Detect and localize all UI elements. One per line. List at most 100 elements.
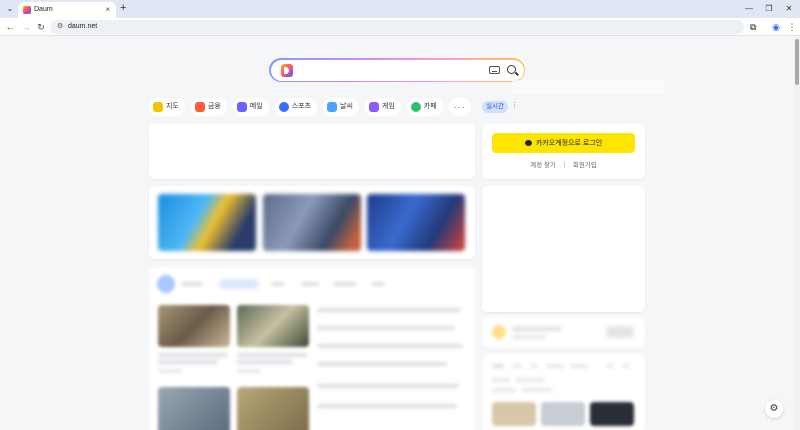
finance-icon — [194, 102, 205, 112]
kakao-talk-icon — [524, 140, 532, 146]
news-tab[interactable] — [181, 282, 203, 286]
service-label: 카페 — [423, 103, 437, 110]
promo-text — [512, 335, 546, 339]
settings-gear-icon[interactable]: ⚙ — [765, 400, 783, 418]
ad-banner[interactable] — [149, 124, 475, 179]
more-services-button[interactable]: ··· — [448, 98, 471, 116]
profile-icon[interactable]: ◉ — [770, 21, 782, 33]
weather-icon — [327, 102, 337, 112]
news-source — [158, 369, 182, 373]
news-headline[interactable] — [237, 360, 293, 364]
news-thumbnail[interactable] — [237, 387, 309, 430]
promo-text — [512, 327, 562, 331]
extensions-icon[interactable]: ⧉ — [747, 21, 759, 33]
video-thumbnail[interactable] — [263, 194, 361, 251]
news-tab-active[interactable] — [219, 279, 259, 289]
side-title — [492, 364, 504, 368]
side-nav[interactable] — [606, 364, 614, 368]
site-info-icon[interactable]: ⚙ — [57, 23, 63, 31]
news-logo-icon — [157, 275, 175, 293]
service-finance[interactable]: 금융 — [190, 98, 227, 116]
menu-icon[interactable]: ⋮ — [786, 21, 798, 33]
browser-tab[interactable]: Daum × — [18, 2, 116, 18]
cafe-icon — [410, 102, 421, 112]
scrollbar-thumb[interactable] — [795, 39, 799, 85]
side-tab[interactable] — [570, 364, 588, 368]
signup-link[interactable]: 회원가입 — [573, 162, 597, 169]
video-thumbnail[interactable] — [158, 194, 256, 251]
side-item[interactable] — [522, 388, 552, 392]
news-tab[interactable] — [301, 282, 319, 286]
restore-button[interactable]: ❐ — [762, 3, 776, 15]
side-tab[interactable] — [546, 364, 564, 368]
news-tab[interactable] — [371, 282, 385, 286]
realtime-button[interactable]: 실시간 — [482, 101, 508, 113]
search-input[interactable] — [270, 59, 524, 81]
news-tab[interactable] — [271, 282, 285, 286]
mail-icon — [236, 102, 247, 112]
side-item[interactable] — [492, 388, 516, 392]
map-icon — [153, 102, 163, 112]
news-list-item[interactable] — [317, 404, 457, 408]
news-list-item[interactable] — [317, 362, 447, 366]
news-thumbnail[interactable] — [237, 305, 309, 347]
search-suggestion-ghost — [512, 80, 664, 94]
service-game[interactable]: 게임 — [364, 98, 401, 116]
video-news-card — [149, 186, 475, 259]
service-weather[interactable]: 날씨 — [323, 98, 359, 116]
side-widget-card — [482, 186, 645, 312]
news-list-item[interactable] — [317, 308, 461, 312]
realtime-more-icon[interactable]: ⋮ — [511, 101, 518, 109]
news-list-item[interactable] — [317, 344, 463, 348]
tab-search-icon[interactable]: ⌄ — [4, 3, 16, 15]
news-headline[interactable] — [158, 353, 228, 357]
side-thumbnail[interactable] — [541, 402, 585, 426]
search-box[interactable] — [269, 58, 525, 82]
news-tab[interactable] — [333, 282, 357, 286]
news-feed-card — [149, 267, 475, 430]
side-tab[interactable] — [530, 364, 538, 368]
service-label: 금융 — [207, 103, 221, 110]
find-account-link[interactable]: 계정 찾기 — [530, 162, 556, 169]
reload-button[interactable]: ↻ — [35, 21, 47, 33]
forward-button[interactable]: → — [20, 21, 32, 33]
promo-icon — [492, 325, 506, 339]
keyboard-icon[interactable] — [488, 65, 500, 74]
close-window-button[interactable]: ✕ — [782, 3, 796, 15]
service-label: 메일 — [249, 103, 263, 110]
tab-title: Daum — [34, 6, 53, 13]
news-source — [237, 369, 261, 373]
kakao-login-button[interactable]: 카카오계정으로 로그인 — [492, 133, 635, 153]
side-list-card — [482, 354, 645, 430]
side-item[interactable] — [492, 378, 510, 382]
side-promo-card[interactable] — [482, 317, 645, 348]
login-links: 계정 찾기 회원가입 — [482, 159, 645, 169]
side-thumbnail[interactable] — [590, 402, 634, 426]
news-list-item[interactable] — [317, 326, 455, 330]
video-thumbnail[interactable] — [367, 194, 465, 251]
news-list-item[interactable] — [317, 384, 459, 388]
news-headline[interactable] — [158, 360, 218, 364]
new-tab-button[interactable]: + — [120, 2, 126, 15]
service-label: 게임 — [381, 103, 395, 110]
news-thumbnail[interactable] — [158, 387, 230, 430]
side-item[interactable] — [516, 378, 544, 382]
news-headline[interactable] — [237, 353, 307, 357]
service-mail[interactable]: 메일 — [232, 98, 269, 116]
url-text[interactable]: daum.net — [68, 22, 97, 32]
promo-button[interactable] — [606, 326, 634, 338]
tab-close-icon[interactable]: × — [105, 5, 110, 15]
side-thumbnail[interactable] — [492, 402, 536, 426]
news-thumbnail[interactable] — [158, 305, 230, 347]
service-cafe[interactable]: 카페 — [406, 98, 443, 116]
side-nav[interactable] — [622, 364, 630, 368]
search-icon[interactable] — [506, 64, 516, 74]
divider — [563, 162, 565, 169]
service-map[interactable]: 지도 — [149, 98, 185, 116]
back-button[interactable]: ← — [4, 21, 16, 33]
url-field[interactable]: ⚙ daum.net ☆ — [50, 20, 758, 34]
side-tab[interactable] — [512, 364, 522, 368]
page-scrollbar[interactable] — [794, 37, 800, 430]
minimize-button[interactable]: — — [742, 3, 756, 15]
service-sports[interactable]: 스포츠 — [274, 98, 317, 116]
